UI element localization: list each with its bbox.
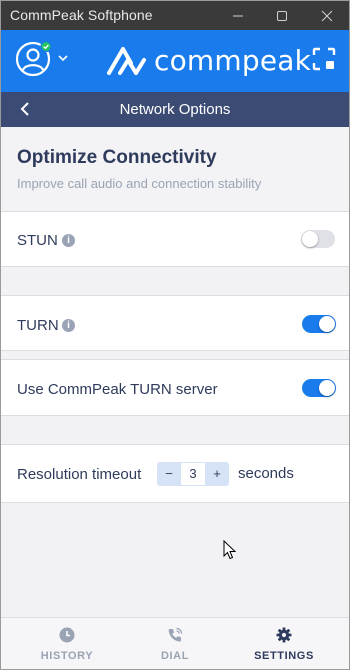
- mouse-cursor-icon: [223, 540, 237, 560]
- nav-settings-label: SETTINGS: [254, 650, 314, 662]
- setting-row-turn: TURN i: [1, 295, 349, 351]
- user-icon: [15, 40, 52, 77]
- stun-label: STUN: [17, 232, 58, 249]
- page-title: Network Options: [119, 101, 231, 118]
- title-bar[interactable]: CommPeak Softphone: [1, 1, 349, 30]
- brand-logo: commpeak: [106, 42, 311, 78]
- clock-icon: [59, 627, 75, 643]
- section-title: Optimize Connectivity: [17, 147, 217, 168]
- setting-row-resolution-timeout: Resolution timeout − 3 + seconds: [1, 444, 349, 503]
- commpeak-logo-icon: [107, 47, 146, 75]
- nav-settings[interactable]: SETTINGS: [226, 618, 342, 669]
- phone-icon: [168, 627, 183, 642]
- decrement-button[interactable]: −: [158, 462, 180, 486]
- nav-dial-label: DIAL: [160, 650, 190, 662]
- increment-button[interactable]: +: [206, 462, 228, 486]
- nav-dial[interactable]: DIAL: [117, 618, 233, 669]
- maximize-button[interactable]: [259, 1, 305, 30]
- window-title: CommPeak Softphone: [10, 7, 153, 23]
- bottom-navigation: HISTORY DIAL SETTINGS: [1, 617, 349, 669]
- close-icon: [321, 10, 333, 21]
- toggle-knob: [302, 231, 318, 247]
- info-icon[interactable]: i: [62, 319, 75, 332]
- stun-toggle[interactable]: [301, 230, 335, 248]
- gear-icon: [276, 627, 292, 643]
- turn-label: TURN: [17, 317, 59, 334]
- nav-history[interactable]: HISTORY: [9, 618, 125, 669]
- resolution-timeout-label: Resolution timeout: [17, 466, 142, 483]
- scan-button[interactable]: [312, 47, 336, 71]
- timeout-stepper: − 3 +: [157, 462, 229, 486]
- chevron-down-icon[interactable]: [57, 53, 69, 63]
- avatar[interactable]: [15, 40, 52, 77]
- scan-frame-icon: [312, 47, 336, 71]
- commpeak-turn-label: Use CommPeak TURN server: [17, 381, 218, 398]
- page-header: Network Options: [1, 92, 349, 127]
- minimize-button[interactable]: [215, 1, 261, 30]
- brand-name: commpeak: [154, 43, 312, 77]
- close-button[interactable]: [304, 1, 349, 30]
- nav-history-label: HISTORY: [40, 650, 94, 662]
- info-icon[interactable]: i: [62, 234, 75, 247]
- timeout-unit: seconds: [238, 465, 294, 482]
- setting-row-stun: STUN i: [1, 211, 349, 267]
- app-window: CommPeak Softphone commpeak Network Opti…: [0, 0, 350, 670]
- section-header: Optimize Connectivity Improve call audio…: [1, 127, 349, 211]
- setting-row-commpeak-turn: Use CommPeak TURN server: [1, 359, 349, 416]
- turn-toggle[interactable]: [302, 315, 336, 333]
- toggle-knob: [319, 380, 335, 396]
- section-subtitle: Improve call audio and connection stabil…: [17, 176, 262, 191]
- app-header: commpeak: [1, 30, 349, 92]
- toggle-knob: [319, 316, 335, 332]
- commpeak-turn-toggle[interactable]: [302, 379, 336, 397]
- timeout-value[interactable]: 3: [181, 463, 205, 485]
- maximize-icon: [277, 10, 287, 21]
- minimize-icon: [233, 15, 243, 16]
